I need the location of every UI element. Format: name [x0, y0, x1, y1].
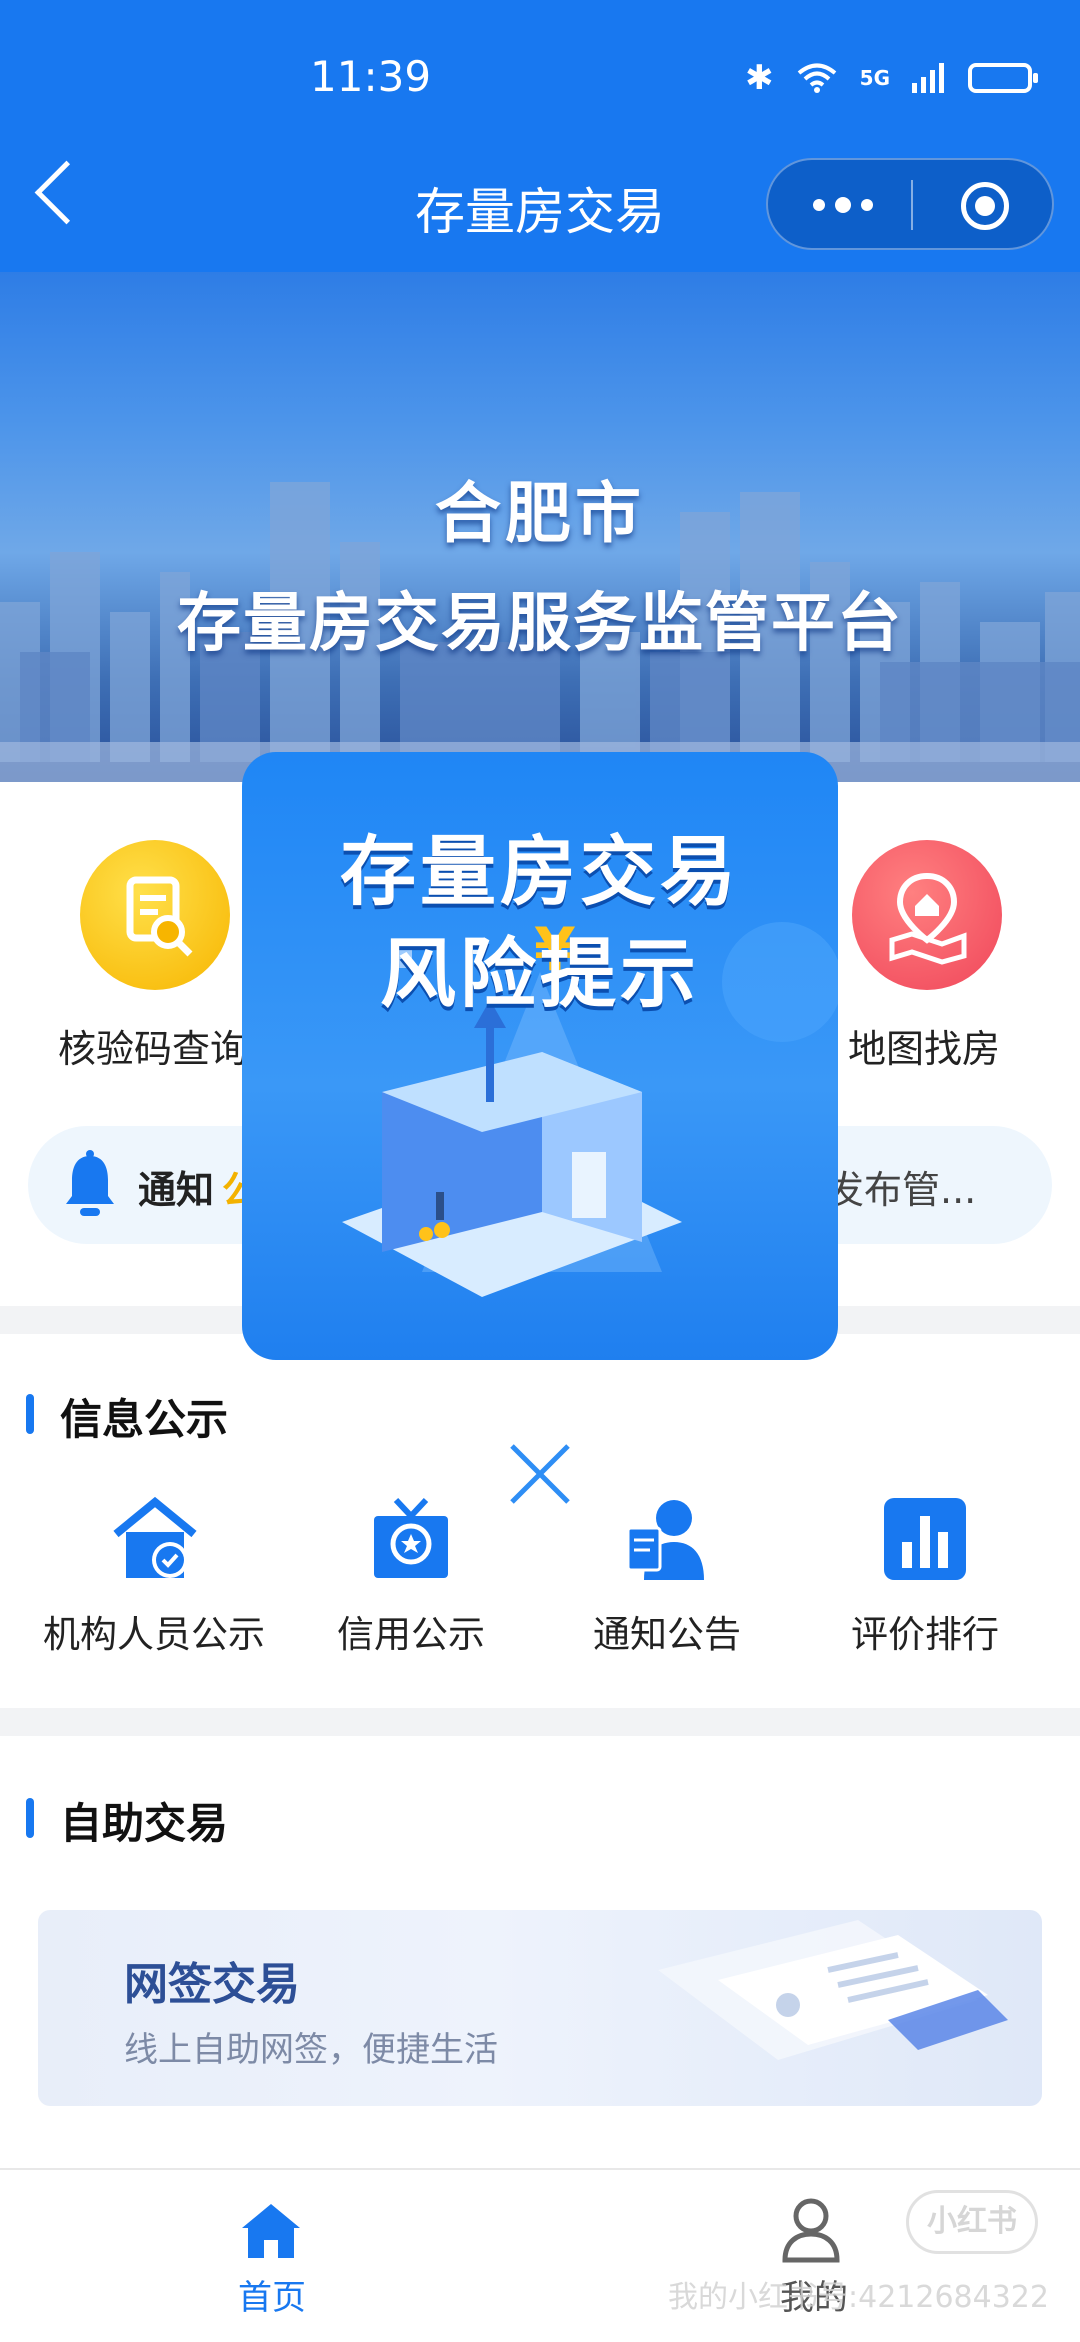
announcer-icon: [626, 1500, 704, 1580]
bell-icon: [66, 1150, 114, 1216]
credit-badge-icon: [374, 1497, 448, 1578]
watermark-text: 我的小红书号:4212684322: [668, 2280, 1049, 2315]
agency-house-icon: [113, 1496, 197, 1578]
popup-title-line2: 风险提示: [380, 929, 700, 1018]
tab-home[interactable]: 首页: [238, 2270, 306, 2319]
wifi-icon: [797, 63, 836, 93]
profile-icon[interactable]: [780, 2196, 842, 2264]
notice-announcement-label[interactable]: 通知公告: [554, 1604, 780, 1658]
banner: 合肥市 存量房交易服务监管平台: [0, 272, 1080, 782]
section-marker: [26, 1394, 34, 1434]
verify-code-query-label[interactable]: 核验码查询: [58, 1018, 248, 1073]
notice-label: 通知: [138, 1168, 215, 1212]
battery-icon: [968, 63, 1038, 93]
online-sign-title[interactable]: 网签交易: [124, 1948, 300, 2012]
map-house-icon: [889, 872, 967, 965]
close-icon[interactable]: [506, 1440, 574, 1508]
banner-city: 合肥市: [435, 475, 645, 552]
banner-title: 存量房交易服务监管平台: [177, 587, 903, 661]
contract-illustration: [658, 1920, 1008, 2060]
search-document-icon: [126, 876, 193, 957]
miniapp-capsule: [766, 158, 1054, 250]
status-time: 11:39: [310, 52, 432, 101]
map-find-house-label[interactable]: 地图找房: [848, 1018, 1000, 1073]
popup-title-line1: 存量房交易: [340, 827, 740, 916]
more-icon[interactable]: [808, 190, 878, 220]
rating-ranking-label[interactable]: 评价排行: [814, 1604, 1036, 1658]
map-find-house-button[interactable]: [852, 840, 1002, 990]
section-divider: [0, 1708, 1080, 1736]
notice-text[interactable]: 发布管...: [826, 1159, 976, 1214]
section-marker: [26, 1798, 34, 1838]
home-icon[interactable]: [238, 2200, 304, 2262]
signal-bars-icon: [912, 63, 944, 93]
info-section-title: 信息公示: [60, 1395, 229, 1444]
agency-staff-public-label[interactable]: 机构人员公示: [38, 1604, 270, 1658]
online-sign-subtitle: 线上自助网签，便捷生活: [124, 2030, 498, 2070]
verify-code-query-button[interactable]: [80, 840, 230, 990]
xiaohongshu-logo: 小红书: [906, 2190, 1038, 2254]
self-service-section-title: 自助交易: [60, 1799, 229, 1848]
close-miniapp-icon[interactable]: [961, 182, 1009, 230]
bar-chart-icon: [884, 1498, 966, 1580]
bluetooth-icon: ✱: [745, 58, 774, 98]
signal-icon: 5G: [859, 66, 890, 90]
status-icons: ✱ 5G: [745, 58, 1038, 98]
credit-public-label[interactable]: 信用公示: [296, 1604, 526, 1658]
